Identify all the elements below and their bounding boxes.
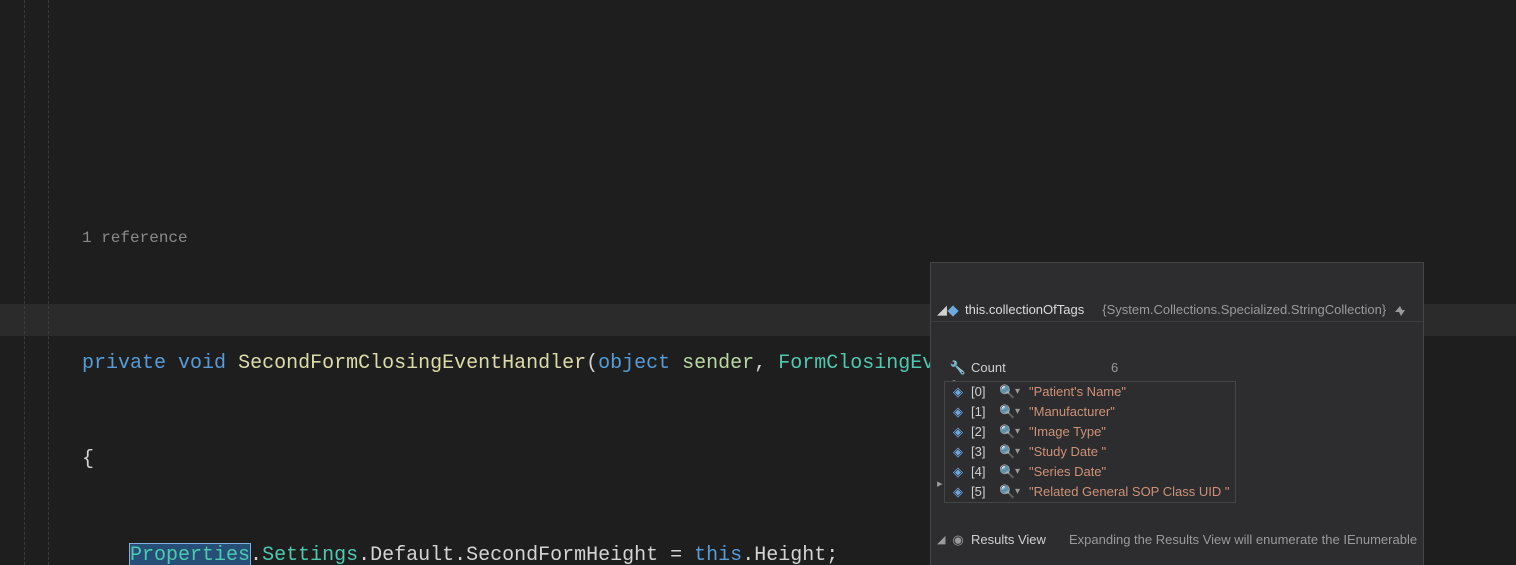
chevron-down-icon[interactable]: ▾ bbox=[1015, 463, 1025, 481]
chevron-down-icon[interactable]: ▾ bbox=[1015, 403, 1025, 421]
field-icon: ◈ bbox=[951, 463, 965, 481]
expander-icon[interactable]: ◢ bbox=[937, 531, 949, 549]
chevron-down-icon[interactable]: ▾ bbox=[1015, 483, 1025, 501]
datatip-type: {System.Collections.Specialized.StringCo… bbox=[1102, 301, 1386, 319]
highlighted-symbol: Properties bbox=[130, 544, 250, 565]
expander-collapsed-icon[interactable]: ◢ bbox=[937, 301, 947, 319]
datatip-row[interactable]: ◈[4]🔍▾"Series Date" bbox=[945, 462, 1235, 482]
results-icon: ◉ bbox=[951, 531, 965, 549]
indent-guide bbox=[48, 0, 49, 565]
magnifier-icon[interactable]: 🔍 bbox=[999, 383, 1013, 401]
chevron-down-icon[interactable]: ▾ bbox=[1015, 423, 1025, 441]
code-editor[interactable]: 1 reference private void SecondFormClosi… bbox=[0, 0, 1516, 565]
field-icon: ◈ bbox=[951, 483, 965, 501]
codelens-references[interactable]: 1 reference bbox=[0, 226, 1516, 252]
magnifier-icon[interactable]: 🔍 bbox=[999, 423, 1013, 441]
debug-datatip-results[interactable]: ◈[0]🔍▾"Patient's Name"◈[1]🔍▾"Manufacture… bbox=[944, 381, 1236, 503]
pin-icon[interactable] bbox=[1394, 301, 1406, 319]
chevron-down-icon[interactable]: ▾ bbox=[1015, 383, 1025, 401]
datatip-row[interactable]: ◢◉Results ViewExpanding the Results View… bbox=[931, 530, 1423, 550]
chevron-down-icon[interactable]: ▾ bbox=[1015, 443, 1025, 461]
field-icon: ◈ bbox=[951, 443, 965, 461]
field-icon: ◈ bbox=[951, 423, 965, 441]
magnifier-icon[interactable]: 🔍 bbox=[999, 443, 1013, 461]
datatip-row[interactable]: ◈[0]🔍▾"Patient's Name" bbox=[945, 382, 1235, 402]
magnifier-icon[interactable]: 🔍 bbox=[999, 403, 1013, 421]
datatip-row[interactable]: ◈[1]🔍▾"Manufacturer" bbox=[945, 402, 1235, 422]
indent-guide bbox=[24, 0, 25, 565]
magnifier-icon[interactable]: 🔍 bbox=[999, 483, 1013, 501]
field-icon: ◈ bbox=[951, 403, 965, 421]
datatip-row[interactable]: ◈[5]🔍▾"Related General SOP Class UID " bbox=[945, 482, 1235, 502]
datatip-title: this.collectionOfTags bbox=[965, 301, 1084, 319]
field-icon: ◈ bbox=[951, 383, 965, 401]
field-icon bbox=[947, 301, 959, 319]
magnifier-icon[interactable]: 🔍 bbox=[999, 463, 1013, 481]
datatip-row[interactable]: ◈[3]🔍▾"Study Date " bbox=[945, 442, 1235, 462]
wrench-icon: 🔧 bbox=[951, 359, 965, 377]
datatip-row[interactable]: ◈[2]🔍▾"Image Type" bbox=[945, 422, 1235, 442]
datatip-row[interactable]: 🔧Count6 bbox=[931, 358, 1423, 378]
